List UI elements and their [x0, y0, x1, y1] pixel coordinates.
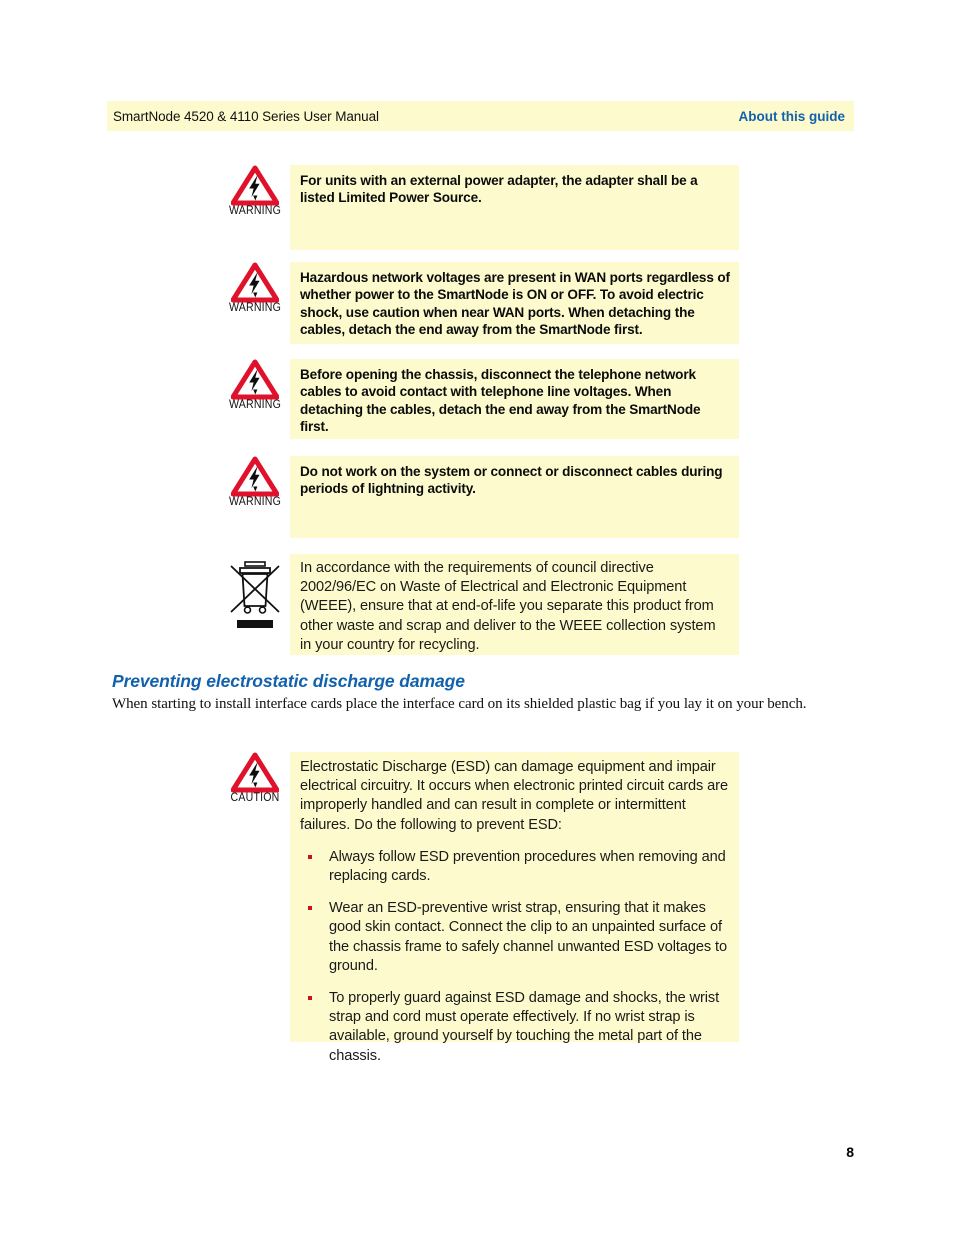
admonition-text: In accordance with the requirements of c… — [300, 560, 716, 653]
admonition-icon-column: WARNING — [226, 165, 284, 217]
admonition-body: In accordance with the requirements of c… — [290, 554, 739, 655]
weee-crossed-out-wheelie-bin-icon — [230, 561, 280, 628]
admonition-warning-4: WARNING Do not work on the system or con… — [226, 456, 739, 538]
warning-triangle-lightning-icon — [231, 165, 279, 206]
admonition-body: Hazardous network voltages are present i… — [290, 262, 739, 344]
admonition-body: For units with an external power adapter… — [290, 165, 739, 250]
list-item: To properly guard against ESD damage and… — [300, 989, 730, 1066]
caution-triangle-lightning-icon — [231, 752, 279, 793]
admonition-icon-column: CAUTION — [226, 752, 284, 804]
admonition-label: CAUTION — [230, 792, 280, 804]
list-item-text: To properly guard against ESD damage and… — [329, 990, 720, 1064]
admonition-icon-column — [226, 554, 284, 633]
admonition-warning-3: WARNING Before opening the chassis, disc… — [226, 359, 739, 439]
document-page: SmartNode 4520 & 4110 Series User Manual… — [0, 0, 954, 1235]
running-header: SmartNode 4520 & 4110 Series User Manual… — [107, 101, 854, 131]
list-item-text: Always follow ESD prevention procedures … — [329, 848, 726, 885]
admonition-body: Electrostatic Discharge (ESD) can damage… — [290, 752, 739, 1064]
chapter-title: About this guide — [738, 108, 845, 124]
list-item: Wear an ESD-preventive wrist strap, ensu… — [300, 899, 730, 976]
page-number: 8 — [846, 1144, 854, 1160]
bullet-icon — [308, 996, 312, 1001]
admonition-warning-2: WARNING Hazardous network voltages are p… — [226, 262, 739, 344]
caution-intro-text: Electrostatic Discharge (ESD) can damage… — [300, 759, 728, 833]
admonition-text: Hazardous network voltages are present i… — [300, 270, 730, 338]
admonition-icon-column: WARNING — [226, 456, 284, 508]
warning-triangle-lightning-icon — [231, 456, 279, 497]
admonition-body: Do not work on the system or connect or … — [290, 456, 739, 538]
warning-triangle-lightning-icon — [231, 262, 279, 303]
section-heading: Preventing electrostatic discharge damag… — [112, 671, 465, 691]
bullet-icon — [308, 854, 312, 859]
admonition-label: WARNING — [228, 399, 282, 411]
admonition-text: For units with an external power adapter… — [300, 173, 698, 206]
section-body-text: When starting to install interface cards… — [112, 696, 807, 712]
admonition-warning-1: WARNING For units with an external power… — [226, 165, 739, 250]
list-item: Always follow ESD prevention procedures … — [300, 848, 730, 886]
warning-triangle-lightning-icon — [231, 359, 279, 400]
admonition-label: WARNING — [228, 496, 282, 508]
list-item-text: Wear an ESD-preventive wrist strap, ensu… — [329, 900, 727, 974]
admonition-icon-column: WARNING — [226, 262, 284, 314]
admonition-text: Do not work on the system or connect or … — [300, 464, 723, 497]
caution-bullet-list: Always follow ESD prevention procedures … — [300, 848, 730, 1066]
admonition-caution: CAUTION Electrostatic Discharge (ESD) ca… — [226, 752, 739, 1064]
admonition-body: Before opening the chassis, disconnect t… — [290, 359, 739, 439]
manual-title: SmartNode 4520 & 4110 Series User Manual — [113, 108, 379, 124]
admonition-weee: In accordance with the requirements of c… — [226, 554, 739, 655]
admonition-label: WARNING — [228, 205, 282, 217]
bullet-icon — [308, 906, 312, 911]
admonition-icon-column: WARNING — [226, 359, 284, 411]
admonition-text: Before opening the chassis, disconnect t… — [300, 367, 701, 435]
admonition-label: WARNING — [228, 302, 282, 314]
